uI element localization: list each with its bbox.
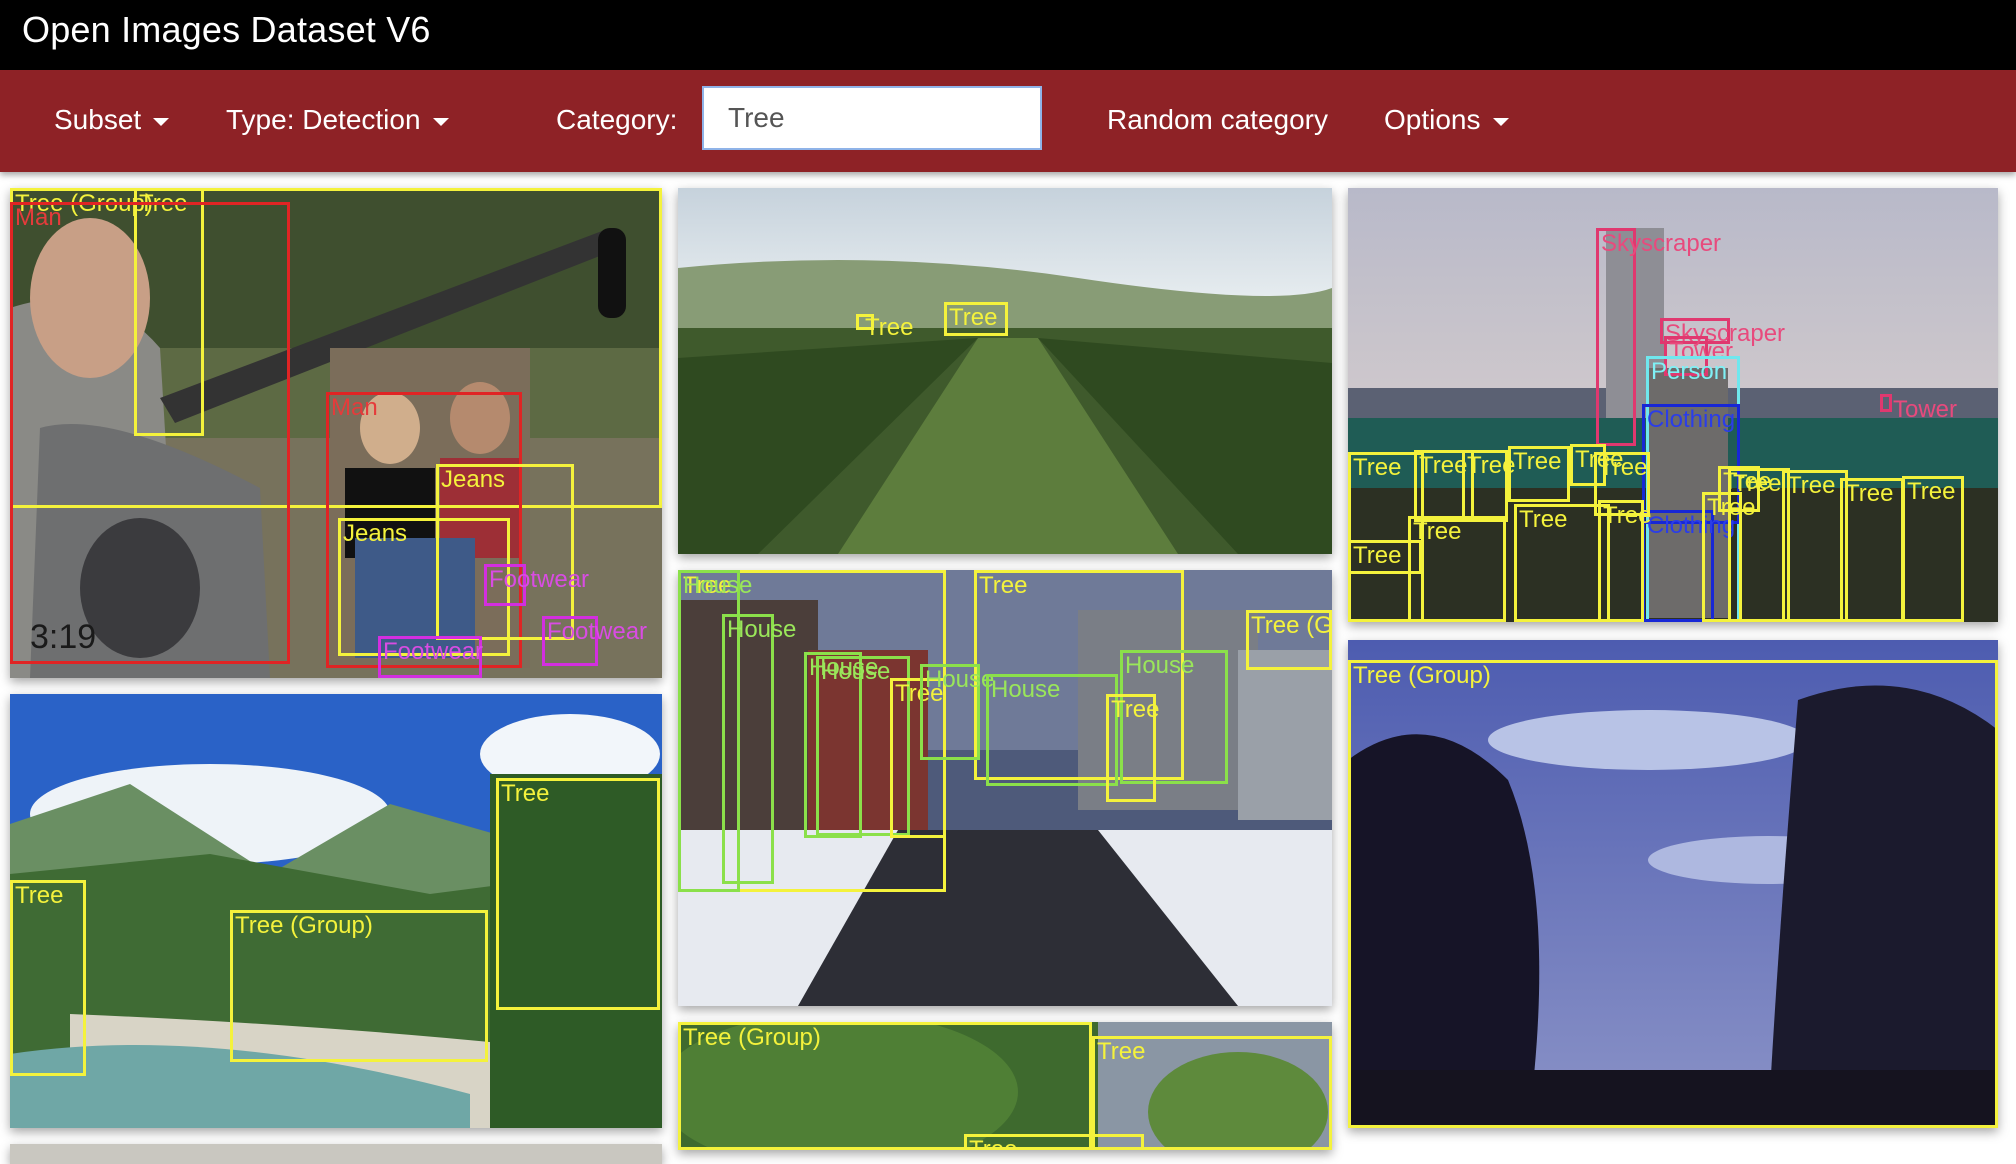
bbox-tree-group: Tree (Group) (1246, 610, 1332, 670)
bbox-tree-group: Tree (Group) (1348, 660, 1998, 1128)
bbox-tree: Tree (1408, 516, 1506, 622)
photo (10, 1144, 662, 1164)
title-bar: Open Images Dataset V6 (0, 0, 2016, 70)
caret-down-icon (1492, 117, 1509, 126)
random-category-label: Random category (1107, 104, 1329, 135)
category-input[interactable] (702, 86, 1042, 150)
bbox-tree: Tree (1462, 450, 1515, 522)
type-label: Type: Detection (226, 104, 421, 135)
bbox-tower: Tower (1880, 394, 1957, 423)
bbox-skyscraper: Skyscraper (1596, 228, 1721, 446)
bbox-tree: Tree (1348, 540, 1422, 574)
image-tile[interactable]: Tree (Group) Tree Tree (678, 1022, 1332, 1150)
bbox-tree: Tree (944, 302, 1008, 336)
caret-down-icon (432, 117, 449, 126)
category-label: Category: (556, 104, 678, 135)
bbox-tree-group: Tree (Group) (230, 910, 488, 1062)
bbox-tree: Tree (1782, 470, 1848, 622)
image-tile[interactable]: Tree House Tree House House House Tree H… (678, 570, 1332, 1006)
bbox-tree: Tree (1840, 478, 1904, 622)
subset-label: Subset (54, 104, 142, 135)
subset-dropdown[interactable]: Subset (54, 104, 170, 136)
bbox-tree: Tree (1514, 504, 1610, 622)
bbox-footwear: Footwear (378, 636, 483, 678)
random-category-button[interactable]: Random category (1107, 104, 1328, 136)
caret-down-icon (153, 117, 170, 126)
bbox-footwear: Footwear (484, 564, 589, 606)
type-dropdown[interactable]: Type: Detection (226, 104, 449, 136)
options-dropdown[interactable]: Options (1384, 104, 1509, 136)
bbox-tree-group: Tree (Group) (678, 1022, 1092, 1150)
bbox-tree: Tree (856, 314, 913, 341)
bbox-house: House (920, 664, 994, 760)
image-tile[interactable] (10, 1144, 662, 1164)
app-title: Open Images Dataset V6 (22, 9, 431, 50)
bbox-man: Man (10, 202, 290, 664)
bbox-house: House (986, 674, 1118, 786)
bbox-tree: Tree (1508, 446, 1570, 502)
bbox-tree: Tree (1902, 476, 1964, 622)
bbox-house: House (722, 614, 796, 884)
bbox-tree: Tree (496, 778, 660, 1010)
bbox-tree: Tree (10, 880, 86, 1076)
photo (678, 188, 1332, 554)
image-tile[interactable]: Tree Tree (678, 188, 1332, 554)
bbox-tree: Tree (1598, 500, 1651, 622)
bbox-tree: Tree (1106, 694, 1159, 802)
bbox-tree: Tree (1728, 468, 1790, 622)
bbox-tree: Tree (1092, 1036, 1332, 1150)
image-tile[interactable]: Tree (Group) (1348, 640, 1998, 1128)
options-label: Options (1384, 104, 1481, 135)
bbox-footwear: Footwear (542, 616, 647, 666)
bbox-tree: Tree (964, 1134, 1144, 1150)
image-tile[interactable]: Skyscraper Skyscraper Tower Tower Person… (1348, 188, 1998, 622)
image-tile[interactable]: 3:19 Tree (Group) Tree Man Man Jeans Jea… (10, 188, 662, 678)
image-tile[interactable]: Tree Tree Tree (Group) (10, 694, 662, 1128)
